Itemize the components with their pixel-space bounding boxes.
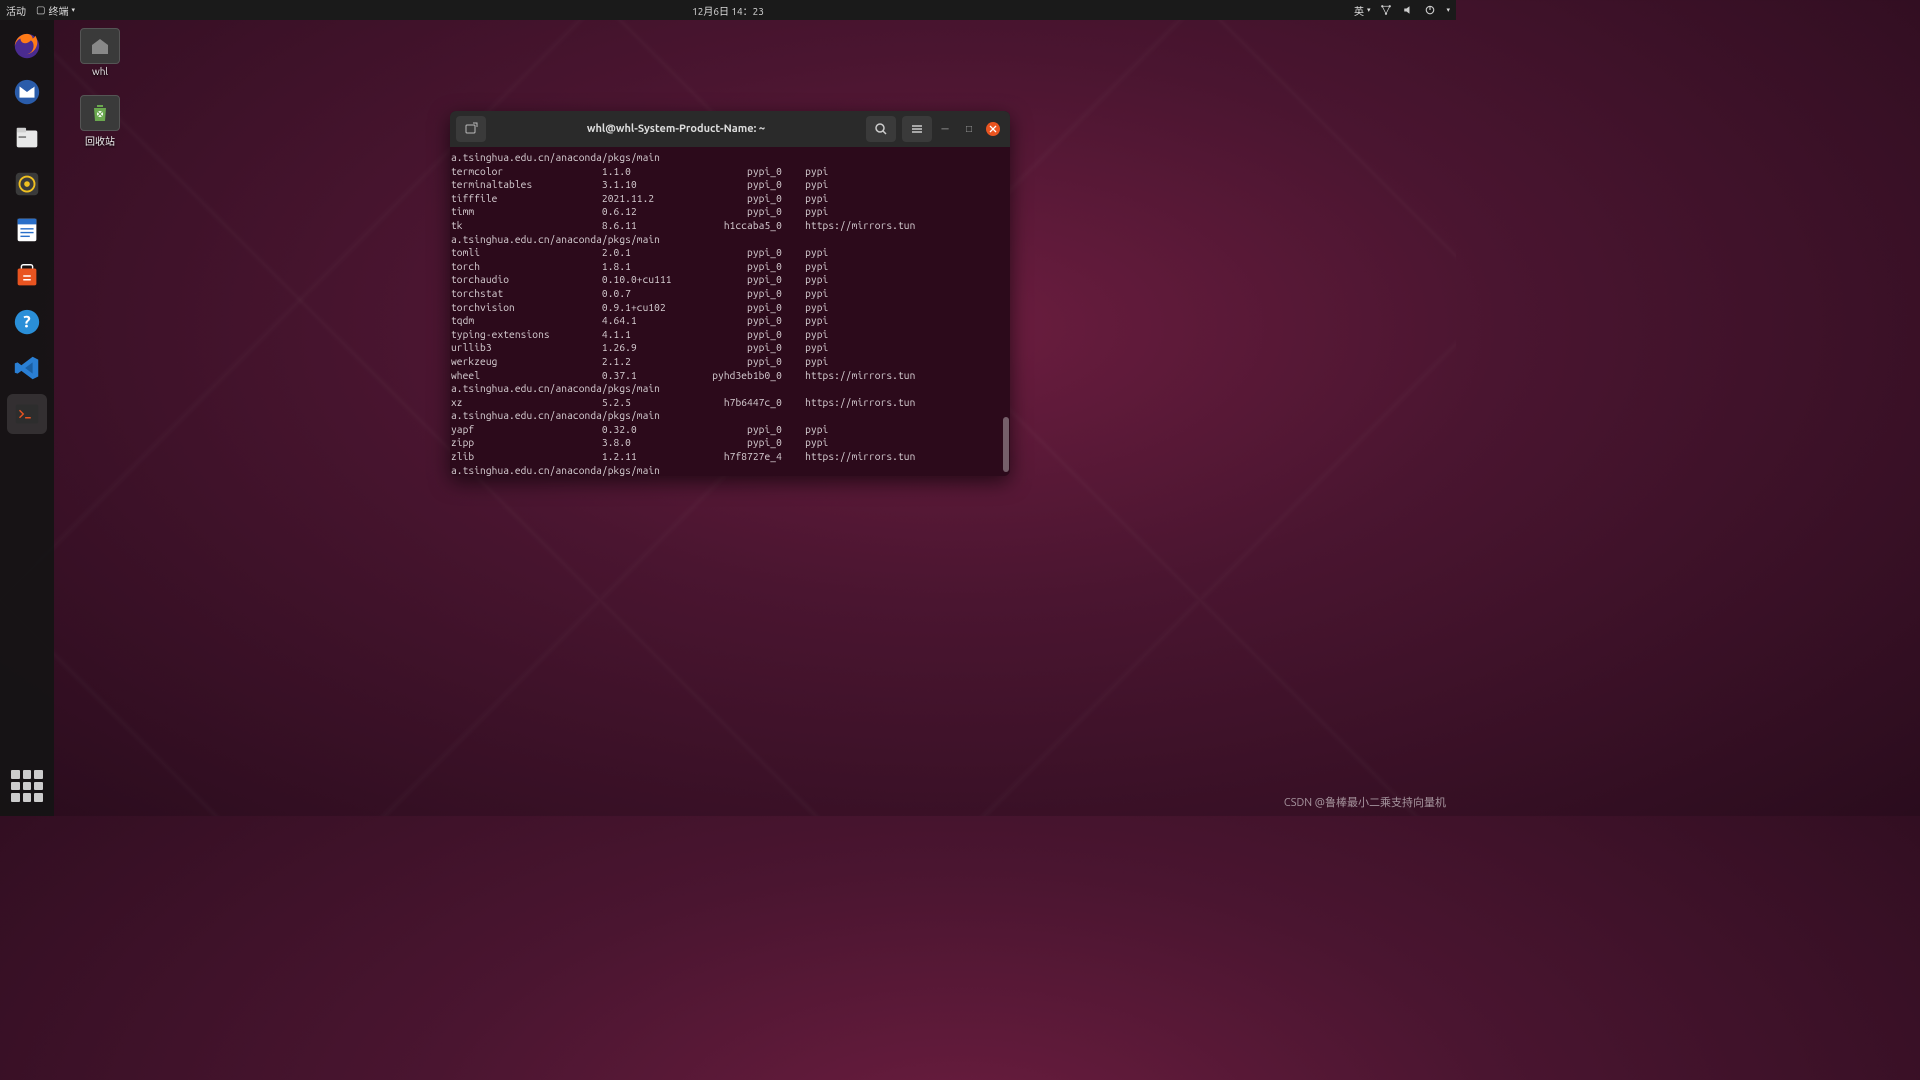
terminal-titlebar[interactable]: whl@whl-System-Product-Name: ~ ─ □ [450,111,1010,147]
network-icon[interactable] [1380,4,1392,16]
ubuntu-software-icon[interactable] [7,256,47,296]
search-icon [874,122,888,136]
menu-button[interactable] [902,116,932,142]
close-icon [989,125,997,133]
folder-label: whl [92,66,108,77]
apps-grid-icon [11,770,43,802]
svg-text:?: ? [23,313,30,332]
activities-button[interactable]: 活动 [6,3,26,18]
chevron-down-icon: ▾ [1367,6,1371,14]
volume-icon[interactable] [1402,4,1414,16]
hamburger-icon [910,122,924,136]
close-button[interactable] [986,122,1000,136]
chevron-down-icon: ▾ [71,6,75,14]
help-icon[interactable]: ? [7,302,47,342]
home-folder-shortcut[interactable]: whl [70,28,130,77]
trash-shortcut[interactable]: 回收站 [70,95,130,148]
terminal-dock-icon[interactable] [7,394,47,434]
rhythmbox-icon[interactable] [7,164,47,204]
datetime-button[interactable]: 12月6日 14：23 [692,3,764,18]
watermark: CSDN @鲁棒最小二乘支持向量机 [1284,794,1446,810]
chevron-down-icon: ▾ [1446,6,1450,14]
power-icon[interactable] [1424,4,1436,16]
terminal-output[interactable]: a.tsinghua.edu.cn/anaconda/pkgs/main ter… [450,147,1010,476]
app-menu-button[interactable]: ▢ 终端 ▾ [36,3,75,18]
trash-icon [80,95,120,131]
vscode-icon[interactable] [7,348,47,388]
thunderbird-icon[interactable] [7,72,47,112]
firefox-icon[interactable] [7,26,47,66]
topbar: 活动 ▢ 终端 ▾ 12月6日 14：23 英 ▾ ▾ [0,0,1456,20]
new-tab-button[interactable] [456,116,486,142]
home-folder-icon [80,28,120,64]
trash-label: 回收站 [85,133,115,148]
terminal-window: whl@whl-System-Product-Name: ~ ─ □ a.tsi… [450,111,1010,476]
dock: ? [0,20,54,816]
search-button[interactable] [866,116,896,142]
maximize-button[interactable]: □ [962,122,976,136]
terminal-icon: ▢ [36,4,45,16]
window-title: whl@whl-System-Product-Name: ~ [492,123,860,135]
desktop-icons: whl 回收站 [70,28,130,148]
libreoffice-writer-icon[interactable] [7,210,47,250]
scrollbar-thumb[interactable] [1003,417,1009,472]
input-method-indicator[interactable]: 英 ▾ [1354,3,1371,18]
app-menu-label: 终端 [48,3,68,18]
minimize-button[interactable]: ─ [938,122,952,136]
files-icon[interactable] [7,118,47,158]
show-apps-button[interactable] [7,766,47,806]
